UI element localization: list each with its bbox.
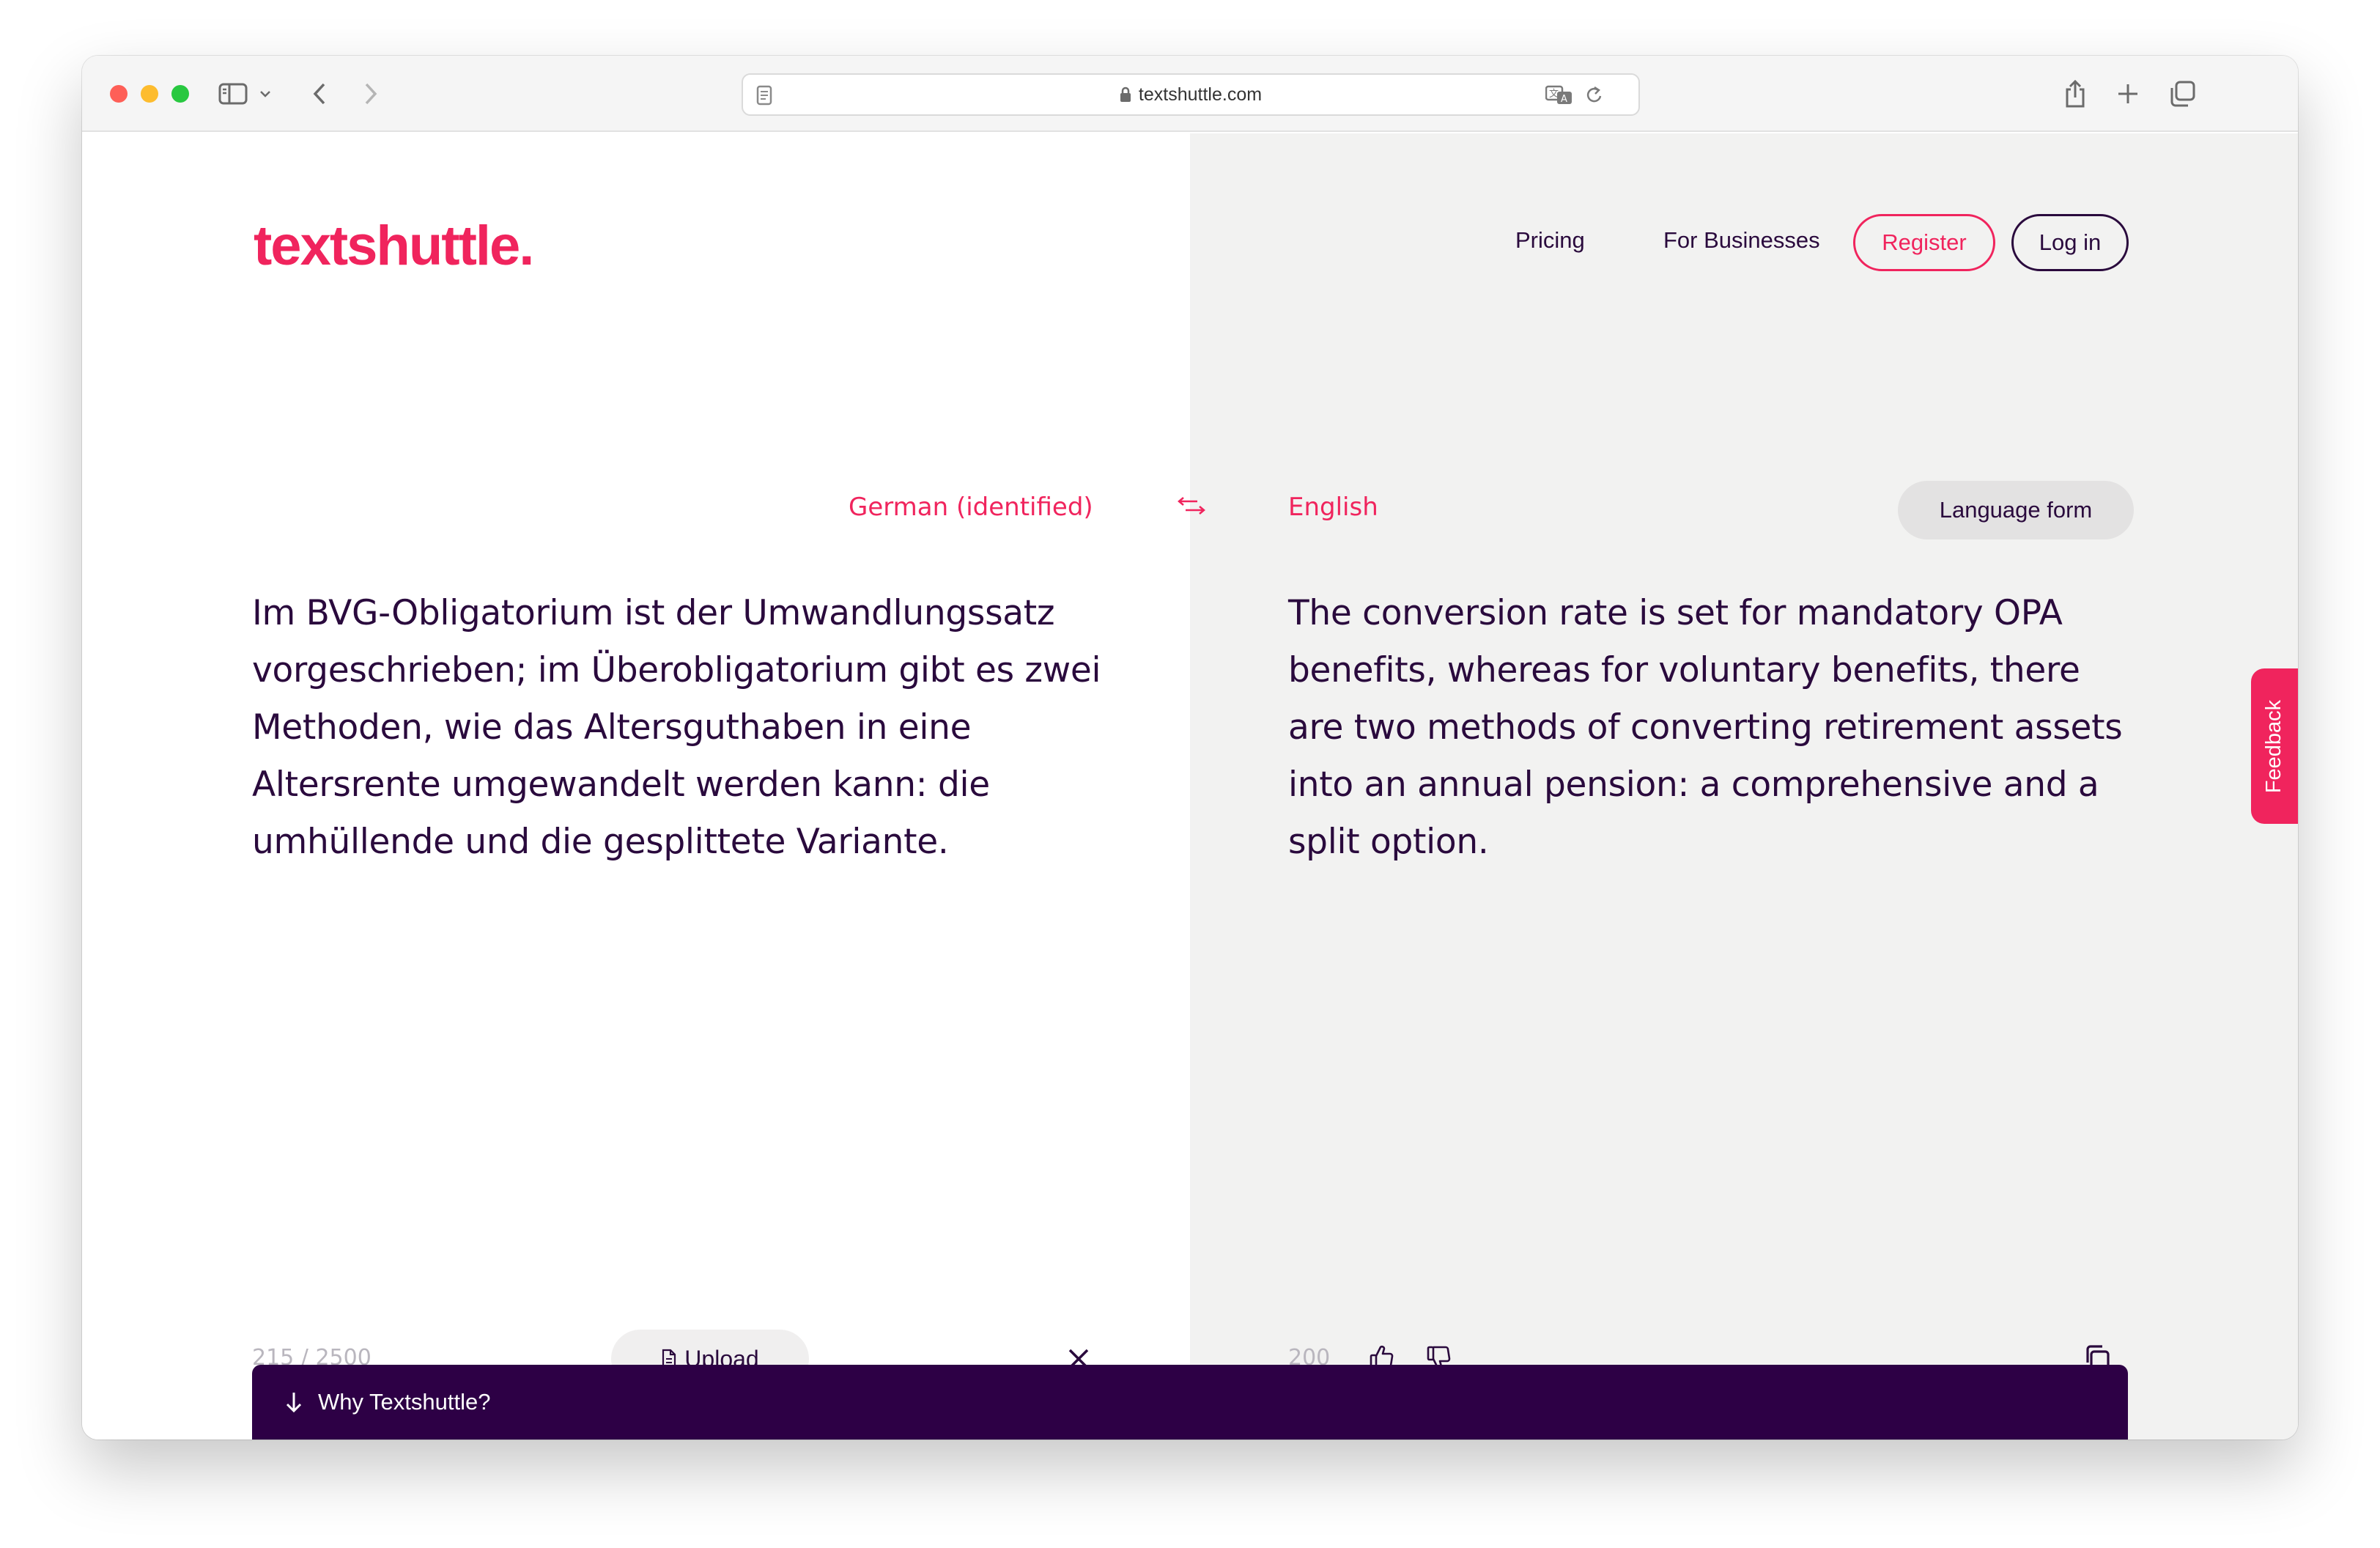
why-textshuttle-bar[interactable]: Why Textshuttle?	[252, 1365, 2128, 1440]
svg-text:A: A	[1561, 94, 1567, 105]
login-button[interactable]: Log in	[2011, 214, 2129, 271]
why-textshuttle-label: Why Textshuttle?	[318, 1389, 491, 1415]
source-text-input[interactable]: Im BVG-Obligatorium ist der Umwandlungss…	[252, 585, 1102, 871]
lock-icon	[1120, 86, 1131, 103]
sidebar-icon[interactable]	[217, 81, 249, 107]
browser-window: textshuttle.com 文 A textshuttle. Pricing…	[82, 56, 2298, 1440]
translate-icon[interactable]: 文 A	[1545, 84, 1574, 107]
reload-icon[interactable]	[1583, 84, 1606, 107]
source-language-selector[interactable]: German (identified)	[849, 493, 1093, 522]
nav-pricing[interactable]: Pricing	[1515, 227, 1585, 254]
register-button[interactable]: Register	[1853, 214, 1995, 271]
browser-toolbar: textshuttle.com 文 A	[82, 56, 2298, 132]
address-bar[interactable]: textshuttle.com 文 A	[742, 73, 1640, 116]
plus-icon[interactable]	[2115, 81, 2141, 107]
feedback-label: Feedback	[2262, 699, 2286, 793]
page-content: textshuttle. Pricing For Businesses Regi…	[82, 133, 2298, 1440]
nav-for-businesses[interactable]: For Businesses	[1663, 227, 1820, 254]
close-window-button[interactable]	[110, 85, 128, 103]
arrow-down-icon	[284, 1391, 303, 1413]
maximize-window-button[interactable]	[171, 85, 189, 103]
logo[interactable]: textshuttle.	[254, 214, 534, 278]
tabs-icon[interactable]	[2168, 79, 2197, 108]
swap-arrows-icon[interactable]	[1174, 491, 1209, 520]
feedback-tab[interactable]: Feedback	[2251, 668, 2298, 824]
minimize-window-button[interactable]	[141, 85, 158, 103]
url-text: textshuttle.com	[1138, 84, 1263, 105]
target-text-output: The conversion rate is set for mandatory…	[1288, 593, 2123, 862]
target-language-selector[interactable]: English	[1288, 493, 1378, 522]
url-display: textshuttle.com	[743, 75, 1638, 114]
language-form-button[interactable]: Language form	[1898, 481, 2134, 539]
chevron-down-icon[interactable]	[258, 85, 273, 103]
share-icon[interactable]	[2061, 76, 2090, 111]
chevron-right-icon[interactable]	[358, 79, 384, 108]
chevron-left-icon[interactable]	[306, 79, 333, 108]
